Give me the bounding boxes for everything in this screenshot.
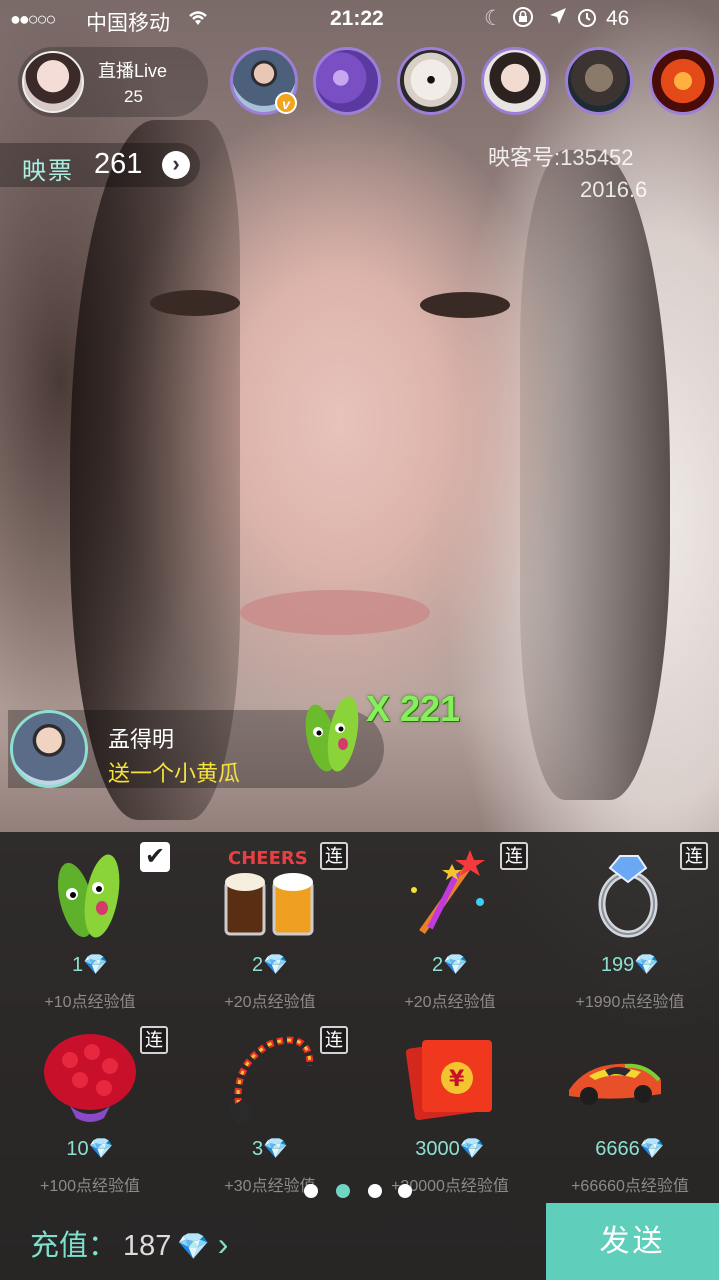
- gift-item-roses[interactable]: 连 10💎 +100点经验值: [0, 1016, 180, 1200]
- page-dot[interactable]: [398, 1184, 412, 1198]
- gift-price: 10💎: [66, 1138, 114, 1160]
- sender-name: 孟得明: [108, 727, 175, 752]
- video-lips: [240, 590, 430, 635]
- host-card[interactable]: 直播Live 25: [18, 47, 208, 117]
- chevron-right-icon: ›: [217, 1226, 229, 1262]
- rose-bouquet-icon: [44, 1034, 136, 1122]
- viewer-avatar[interactable]: [481, 47, 549, 115]
- gift-exp: +1990点经验值: [575, 994, 685, 1011]
- wifi-icon: [186, 7, 210, 33]
- page-indicator: [304, 1184, 424, 1200]
- gift-item-whip[interactable]: 连 3💎 +30点经验值: [180, 1016, 360, 1200]
- gift-exp: +10点经验值: [44, 994, 136, 1011]
- video-eye-right: [420, 292, 510, 318]
- red-envelope-icon: ¥: [405, 1039, 492, 1121]
- diamond-icon: 💎: [88, 1138, 114, 1160]
- alarm-icon: [576, 6, 598, 34]
- host-title: 直播Live: [98, 61, 168, 81]
- battery-level: 46: [606, 7, 630, 30]
- gift-price: 2💎: [431, 954, 469, 976]
- gift-description: 送一个小黄瓜: [108, 761, 241, 786]
- inke-id: 映客号:135452: [488, 145, 634, 170]
- page-dot-active[interactable]: [336, 1184, 350, 1198]
- send-button[interactable]: 发送: [546, 1203, 719, 1280]
- clock: 21:22: [330, 7, 384, 30]
- gift-exp: +100点经验值: [39, 1178, 141, 1195]
- diamond-icon: 💎: [639, 1138, 665, 1160]
- viewer-avatar[interactable]: v: [230, 47, 298, 115]
- carrier-name: 中国移动: [86, 12, 170, 35]
- ticket-bar[interactable]: 映票 261 ›: [0, 143, 200, 187]
- viewer-avatar[interactable]: [649, 47, 717, 115]
- diamond-icon: 💎: [634, 954, 660, 976]
- cucumber-icon: [305, 696, 359, 772]
- whip-icon: [229, 1036, 314, 1125]
- gift-price: 1💎: [71, 954, 109, 976]
- chevron-right-icon[interactable]: ›: [162, 151, 190, 179]
- viewer-avatar[interactable]: [565, 47, 633, 115]
- svg-text:CHEERS: CHEERS: [228, 848, 308, 869]
- diamond-ring-icon: [598, 855, 658, 938]
- viewer-avatar[interactable]: [313, 47, 381, 115]
- gift-item-red-envelope[interactable]: ¥ 3000💎 +30000点经验值: [360, 1016, 540, 1200]
- magic-wand-icon: [411, 850, 485, 935]
- do-not-disturb-icon: ☾: [484, 7, 503, 30]
- diamond-balance: 187: [123, 1230, 172, 1262]
- recharge-label: 充值：: [30, 1230, 118, 1262]
- page-dot[interactable]: [304, 1184, 318, 1198]
- sports-car-icon: [569, 1063, 661, 1105]
- gift-item-ring[interactable]: 连 199💎 +1990点经验值: [540, 832, 719, 1016]
- gift-price: 2💎: [251, 954, 289, 976]
- viewer-avatar[interactable]: [397, 47, 465, 115]
- gift-item-car[interactable]: 6666💎 +66660点经验值: [540, 1016, 719, 1200]
- ticket-value: 261: [94, 148, 143, 180]
- live-date: 2016.6: [580, 177, 648, 202]
- gift-price: 199💎: [600, 954, 660, 976]
- diamond-icon: 💎: [177, 1231, 210, 1261]
- host-avatar[interactable]: [22, 51, 84, 113]
- combo-tag: 连: [140, 1026, 168, 1054]
- gift-exp: +66660点经验值: [571, 1178, 689, 1195]
- beer-cheers-icon: CHEERS: [224, 848, 314, 936]
- ticket-label: 映票: [22, 158, 74, 185]
- svg-text:¥: ¥: [449, 1067, 465, 1092]
- gift-price: 3000💎: [415, 1138, 485, 1160]
- gift-price: 3💎: [251, 1138, 289, 1160]
- diamond-icon: 💎: [263, 1138, 289, 1160]
- gift-exp: +20点经验值: [404, 994, 496, 1011]
- gift-item-wand[interactable]: 连 2💎 +20点经验值: [360, 832, 540, 1016]
- online-count: 25: [124, 87, 143, 106]
- video-eye-left: [150, 290, 240, 316]
- diamond-icon: 💎: [263, 954, 289, 976]
- gift-notification: 孟得明 送一个小黄瓜: [8, 696, 384, 788]
- diamond-icon: 💎: [83, 954, 109, 976]
- rotation-lock-icon: [512, 6, 534, 34]
- location-icon: [548, 6, 568, 32]
- recharge-link[interactable]: 充值： 187 💎 ›: [30, 1222, 228, 1262]
- combo-tag: 连: [320, 1026, 348, 1054]
- cucumber-icon: [57, 854, 120, 938]
- combo-tag: 连: [320, 842, 348, 870]
- combo-tag: 连: [680, 842, 708, 870]
- status-bar: ●●○○○ 中国移动 21:22 ☾ 46: [0, 0, 719, 40]
- diamond-icon: 💎: [459, 1138, 485, 1160]
- combo-tag: 连: [500, 842, 528, 870]
- signal-strength: ●●○○○: [10, 9, 56, 29]
- gift-item-cucumber[interactable]: ✔ 1💎 +10点经验值: [0, 832, 180, 1016]
- gift-exp: +20点经验值: [224, 994, 316, 1011]
- gift-item-beer[interactable]: CHEERS 连 2💎 +20点经验值: [180, 832, 360, 1016]
- verified-badge-icon: v: [275, 92, 297, 114]
- video-hair-right: [520, 150, 670, 800]
- page-dot[interactable]: [368, 1184, 382, 1198]
- combo-counter: X 221: [366, 688, 461, 729]
- diamond-icon: 💎: [443, 954, 469, 976]
- sender-avatar[interactable]: [10, 710, 88, 788]
- gift-price: 6666💎: [595, 1138, 665, 1160]
- selected-check-icon: ✔: [140, 842, 170, 872]
